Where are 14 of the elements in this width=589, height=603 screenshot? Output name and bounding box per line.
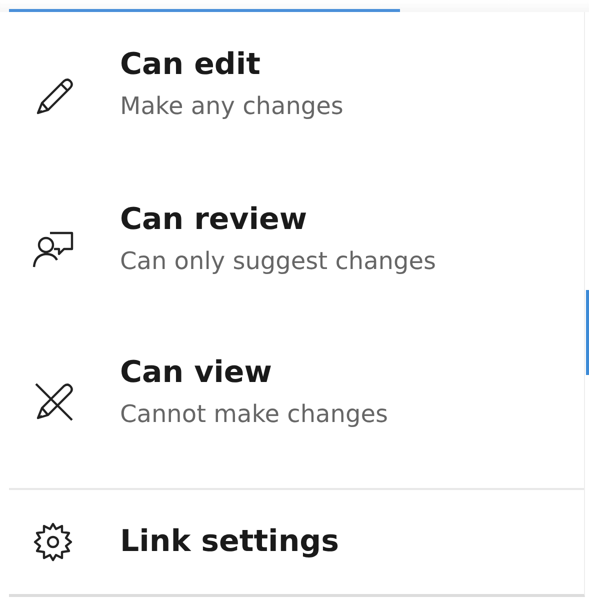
option-description: Cannot make changes [120, 399, 388, 430]
link-settings-label: Link settings [120, 524, 340, 560]
link-settings-item[interactable]: Link settings [9, 490, 584, 594]
settings-icon [32, 521, 74, 564]
option-description: Make any changes [120, 91, 344, 121]
option-title: Can view [120, 355, 273, 392]
scrollbar-thumb[interactable] [586, 290, 589, 375]
option-description: Can only suggest changes [120, 246, 436, 276]
menu-item[interactable]: Can review Can only suggest changes [9, 162, 584, 316]
option-title: Can edit [120, 47, 262, 83]
menu-item[interactable]: Can view Cannot make changes [9, 315, 584, 468]
option-title: Can review [120, 202, 308, 238]
crossed-pencil-icon [32, 380, 74, 422]
menu-item[interactable]: Can edit Make any changes [9, 47, 584, 162]
